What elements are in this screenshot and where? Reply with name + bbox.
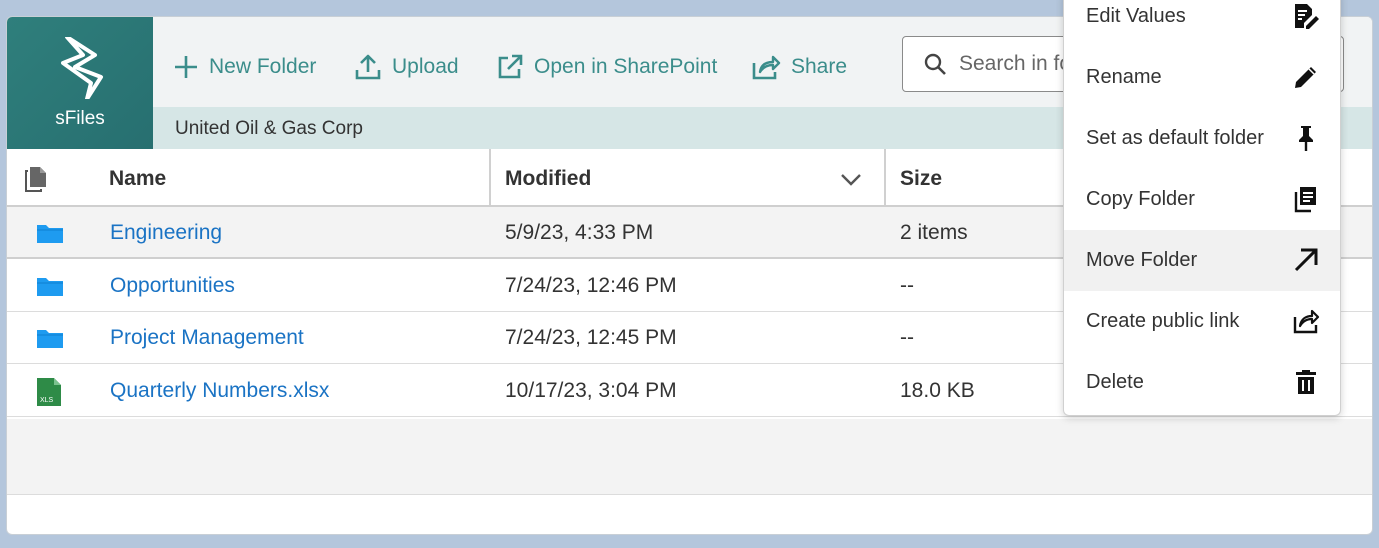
sfiles-logo: sFiles [7,17,153,149]
column-header-size[interactable]: Size [900,167,942,191]
search-icon [924,53,946,75]
menu-item-label: Create public link [1086,310,1240,332]
folder-icon [37,278,63,296]
share-label: Share [791,55,848,78]
menu-item-copy-folder[interactable]: Copy Folder [1064,169,1340,230]
file-name-link[interactable]: Quarterly Numbers.xlsx [110,379,329,403]
logo-text: sFiles [55,108,105,129]
excel-file-icon: XLS [37,378,61,406]
menu-item-label: Edit Values [1086,5,1186,27]
modified-date: 5/9/23, 4:33 PM [505,221,654,244]
menu-item-label: Delete [1086,371,1144,393]
share-button[interactable]: Share [751,52,847,82]
pin-icon [1299,126,1313,151]
folder-icon [37,225,63,243]
breadcrumb[interactable]: United Oil & Gas Corp [175,118,363,140]
column-header-name[interactable]: Name [109,167,166,191]
file-name-link[interactable]: Opportunities [110,274,235,298]
menu-item-edit-values[interactable]: Edit Values [1064,0,1340,47]
file-size: 2 items [900,221,968,244]
menu-item-label: Set as default folder [1086,127,1264,149]
new-folder-button[interactable]: New Folder [173,52,316,82]
share-icon [752,55,781,80]
chevron-down-icon[interactable] [840,173,862,187]
menu-item-create-public-link[interactable]: Create public link [1064,291,1340,352]
menu-item-label: Move Folder [1086,249,1198,271]
trash-icon [1296,370,1316,394]
pencil-icon [1295,67,1316,88]
file-size: -- [900,274,914,297]
open-in-sharepoint-label: Open in SharePoint [534,55,718,78]
open-in-sharepoint-button[interactable]: Open in SharePoint [496,52,717,82]
modified-date: 7/24/23, 12:45 PM [505,326,677,349]
folder-icon [37,330,63,348]
arrow-up-right-icon [1294,248,1318,272]
plus-icon [175,56,197,78]
upload-button[interactable]: Upload [354,52,459,82]
copy-icon [1294,187,1316,213]
file-size: 18.0 KB [900,379,975,402]
menu-item-set-default-folder[interactable]: Set as default folder [1064,108,1340,169]
lightning-logo-icon [61,37,103,99]
menu-item-rename[interactable]: Rename [1064,47,1340,108]
column-divider[interactable] [489,149,491,205]
file-size: -- [900,326,914,349]
menu-item-delete[interactable]: Delete [1064,352,1340,413]
file-name-link[interactable]: Project Management [110,326,304,350]
menu-item-label: Copy Folder [1086,188,1195,210]
menu-item-label: Rename [1086,66,1162,88]
context-menu: Edit Values Rename Set as default folder… [1063,0,1341,416]
empty-list-area [7,419,1372,495]
external-link-icon [498,54,523,79]
menu-item-move-folder[interactable]: Move Folder [1064,230,1340,291]
documents-icon[interactable] [24,165,48,193]
upload-icon [355,54,381,80]
new-folder-label: New Folder [209,55,317,78]
column-divider[interactable] [884,149,886,205]
column-header-modified[interactable]: Modified [505,167,591,191]
upload-label: Upload [392,55,459,78]
xls-badge: XLS [40,397,54,404]
edit-values-icon [1295,4,1319,29]
modified-date: 10/17/23, 3:04 PM [505,379,677,402]
modified-date: 7/24/23, 12:46 PM [505,274,677,297]
share-link-icon [1293,309,1320,334]
file-name-link[interactable]: Engineering [110,221,222,245]
